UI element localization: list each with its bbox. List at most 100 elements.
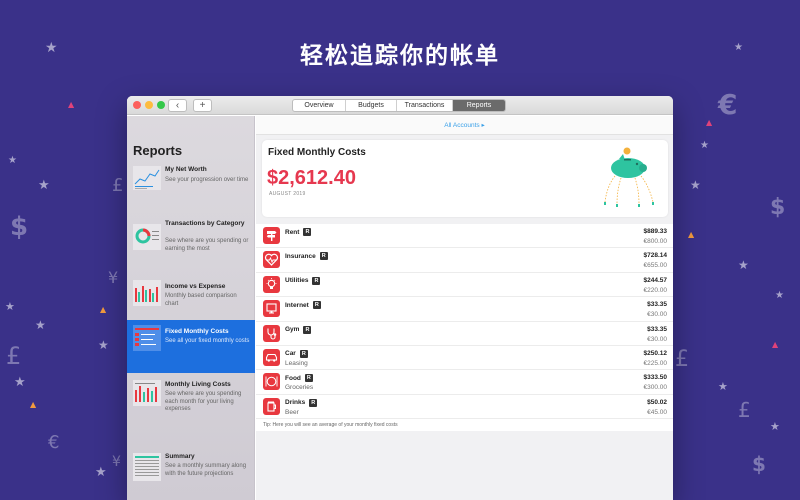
sidebar-item-desc: See your progression over time [165, 177, 249, 183]
euro-sign-icon: € [48, 432, 60, 453]
donut-chart-icon [133, 224, 161, 250]
cost-name: Rent R [285, 228, 312, 236]
cost-amount-original: €225.00 [643, 359, 668, 367]
confetti-triangle-icon: ▲ [706, 118, 713, 127]
cost-amount: $728.14 [643, 252, 668, 260]
tab-transactions[interactable]: Transactions [397, 100, 453, 111]
recurring-badge: R [312, 301, 321, 310]
cost-amount: $33.35 [647, 325, 667, 333]
signpost-icon [263, 227, 280, 244]
confetti-triangle-icon: ▲ [772, 340, 779, 349]
recurring-badge: R [319, 252, 328, 261]
window-titlebar: ‹ + Overview Budgets Transactions Report… [127, 96, 673, 115]
cost-amount-original: €220.00 [643, 286, 668, 294]
cost-amount: $250.12 [643, 349, 668, 357]
fixed-costs-summary-card: Fixed Monthly Costs $2,612.40 AUGUST 201… [262, 140, 668, 217]
list-item[interactable]: Internet R $33.35 €30.00 [256, 297, 673, 322]
recurring-badge: R [303, 325, 312, 334]
tab-reports[interactable]: Reports [453, 100, 505, 111]
star-icon: ★ [35, 318, 46, 332]
confetti-triangle-icon: ▲ [68, 100, 75, 109]
cost-name-label: Utilities [285, 277, 309, 285]
sidebar-item-title: My Net Worth [165, 166, 207, 173]
cost-amount: $333.50 [643, 374, 668, 382]
reports-sidebar: Reports My Net Worth See your progressio… [127, 116, 255, 500]
sidebar-item-title: Income vs Expense [165, 283, 226, 290]
heart-pulse-icon [263, 251, 280, 269]
sidebar-item-income-vs-expense[interactable]: Income vs Expense Monthly based comparis… [127, 280, 255, 320]
sidebar-item-desc: See where are you spending each month fo… [165, 391, 242, 412]
tab-overview[interactable]: Overview [293, 100, 346, 111]
sidebar-item-desc: See all your fixed monthly costs [165, 338, 250, 344]
card-title: Fixed Monthly Costs [268, 147, 366, 158]
fixed-costs-list: Rent R $889.33 €800.00 Insurance R $728.14… [256, 224, 673, 432]
cost-amount-original: €45.00 [647, 408, 667, 416]
cost-amount: $244.57 [643, 276, 668, 284]
cost-amount: $889.33 [643, 228, 668, 235]
pound-sign-icon: £ [675, 347, 689, 372]
car-icon [263, 348, 280, 366]
cost-amount-original: €30.00 [647, 311, 667, 319]
star-icon: ★ [8, 155, 17, 166]
cost-amount-original: €300.00 [643, 384, 668, 392]
cost-name-label: Rent [285, 228, 300, 236]
list-item[interactable]: Food R Groceries $333.50 €300.00 [256, 370, 673, 395]
recurring-badge: R [303, 228, 312, 236]
cost-amount: $50.02 [647, 398, 667, 406]
view-tabs: Overview Budgets Transactions Reports [292, 99, 506, 112]
yen-sign-icon: ¥ [108, 268, 119, 287]
bar-chart-icon [133, 280, 161, 306]
confetti-triangle-icon: ▲ [688, 230, 695, 239]
sidebar-item-title: Summary [165, 453, 195, 460]
cost-amount-original: €655.00 [643, 262, 668, 270]
tab-budgets[interactable]: Budgets [346, 100, 397, 111]
report-month: AUGUST 2019 [269, 191, 306, 197]
star-icon: ★ [98, 338, 109, 352]
list-item[interactable]: Utilities R $244.57 €220.00 [256, 273, 673, 298]
sidebar-item-summary[interactable]: Summary See a monthly summary along with… [127, 449, 255, 499]
close-window-button[interactable] [133, 101, 141, 109]
star-icon: ★ [700, 140, 709, 151]
cost-subtitle: Groceries [285, 384, 314, 392]
cost-name: Utilities R [285, 276, 321, 285]
report-content: All Accounts ▸ Fixed Monthly Costs $2,61… [256, 116, 673, 500]
fork-knife-icon [263, 373, 280, 391]
window-controls [133, 101, 165, 109]
cost-amount-original: €30.00 [647, 335, 667, 343]
marketing-headline: 轻松追踪你的帐单 [300, 43, 500, 69]
sidebar-item-monthly-living-costs[interactable]: Monthly Living Costs See where are you s… [127, 373, 255, 443]
list-item[interactable]: Gym R $33.35 €30.00 [256, 322, 673, 346]
sidebar-item-desc: See a monthly summary along with the fut… [165, 463, 247, 477]
star-icon: ★ [95, 465, 107, 480]
recurring-badge: R [309, 398, 318, 407]
cost-name: Drinks R [285, 398, 318, 407]
beer-glass-icon [263, 397, 280, 415]
sidebar-item-by-category[interactable]: Transactions by Category See where are y… [127, 220, 255, 276]
cost-name: Internet R [285, 301, 321, 310]
pound-sign-icon: £ [112, 175, 124, 196]
list-item[interactable]: Insurance R $728.14 €655.00 [256, 248, 673, 273]
list-report-icon [133, 325, 161, 351]
minimize-window-button[interactable] [145, 101, 153, 109]
sidebar-item-desc: Monthly based comparison chart [165, 293, 237, 307]
recurring-badge: R [312, 276, 321, 285]
back-button[interactable]: ‹ [168, 99, 187, 112]
dollar-sign-icon: $ [752, 452, 766, 476]
add-button[interactable]: + [193, 99, 212, 112]
sidebar-item-net-worth[interactable]: My Net Worth See your progression over t… [127, 162, 255, 220]
sidebar-item-fixed-monthly-costs[interactable]: Fixed Monthly Costs See all your fixed m… [127, 320, 255, 373]
cost-name-label: Food [285, 374, 301, 382]
star-icon: ★ [738, 258, 749, 272]
list-item[interactable]: Drinks R Beer $50.02 €45.00 [256, 395, 673, 420]
cost-subtitle: Leasing [285, 359, 308, 367]
star-icon: ★ [770, 420, 780, 433]
list-item[interactable]: Rent R $889.33 €800.00 [256, 224, 673, 249]
euro-sign-icon: € [718, 88, 738, 121]
zoom-window-button[interactable] [157, 101, 165, 109]
cost-name: Food R [285, 374, 313, 383]
cost-amount-original: €800.00 [643, 238, 668, 245]
cost-name-label: Drinks [285, 399, 306, 407]
all-accounts-selector[interactable]: All Accounts ▸ [256, 116, 673, 135]
pound-sign-icon: £ [738, 398, 751, 422]
list-item[interactable]: Car R Leasing $250.12 €225.00 [256, 346, 673, 371]
